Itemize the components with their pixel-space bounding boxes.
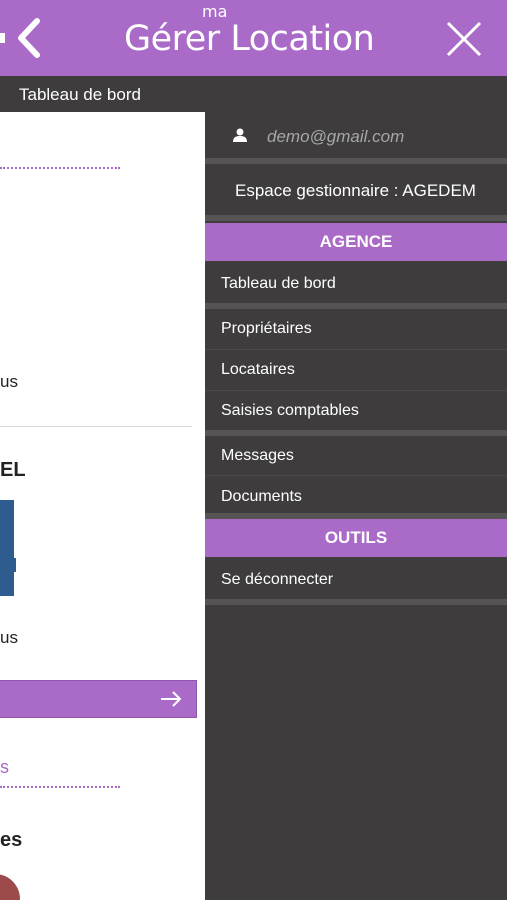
partial-label-2: us [0,628,18,647]
arrow-right-icon [161,691,182,707]
sub-header: Tableau de bord [0,76,507,112]
divider-line [205,475,507,476]
pie-chart-fragment [0,874,20,900]
dotted-divider [0,167,120,169]
section-header-outils: OUTILS [205,519,507,557]
partial-link[interactable]: s [0,757,9,778]
menu-item-saisies-comptables[interactable]: Saisies comptables [205,391,507,431]
workspace-label: Espace gestionnaire : AGEDEM [235,181,476,200]
menu-item-documents[interactable]: Documents [205,477,507,517]
back-button[interactable] [0,14,50,62]
logo-ma: ma [202,2,228,21]
close-button[interactable] [445,20,483,58]
close-icon [446,21,482,57]
side-drawer: demo@gmail.com Espace gestionnaire : AGE… [205,112,507,900]
action-button[interactable] [0,680,197,718]
user-email: demo@gmail.com [267,127,405,146]
section-header-agence: AGENCE [205,223,507,261]
separator [205,215,507,221]
section-divider [0,426,192,427]
page-title: Tableau de bord [19,85,141,104]
app-logo: Gérer Location ma [124,2,375,64]
user-icon [233,128,247,142]
app-screen: Gérer Location ma Tableau de bord us EL … [0,0,507,900]
menu-item-se-deconnecter[interactable]: Se déconnecter [205,560,507,600]
partial-label-1: us [0,372,18,391]
separator [205,158,507,164]
user-row: demo@gmail.com [205,112,507,158]
menu-item-messages[interactable]: Messages [205,436,507,476]
menu-item-tableau-de-bord[interactable]: Tableau de bord [205,264,507,304]
top-header: Gérer Location ma [0,0,507,76]
logo-text: Gérer Location [124,19,375,59]
separator [205,599,507,605]
chevron-left-icon [0,18,40,58]
partial-heading: EL [0,459,26,481]
menu-item-proprietaires[interactable]: Propriétaires [205,309,507,349]
number-four-graphic [0,500,16,596]
partial-heading-2: es [0,829,23,851]
menu-item-locataires[interactable]: Locataires [205,350,507,390]
dotted-divider-2 [0,786,120,788]
dashboard-content: us EL us s es [0,112,205,900]
